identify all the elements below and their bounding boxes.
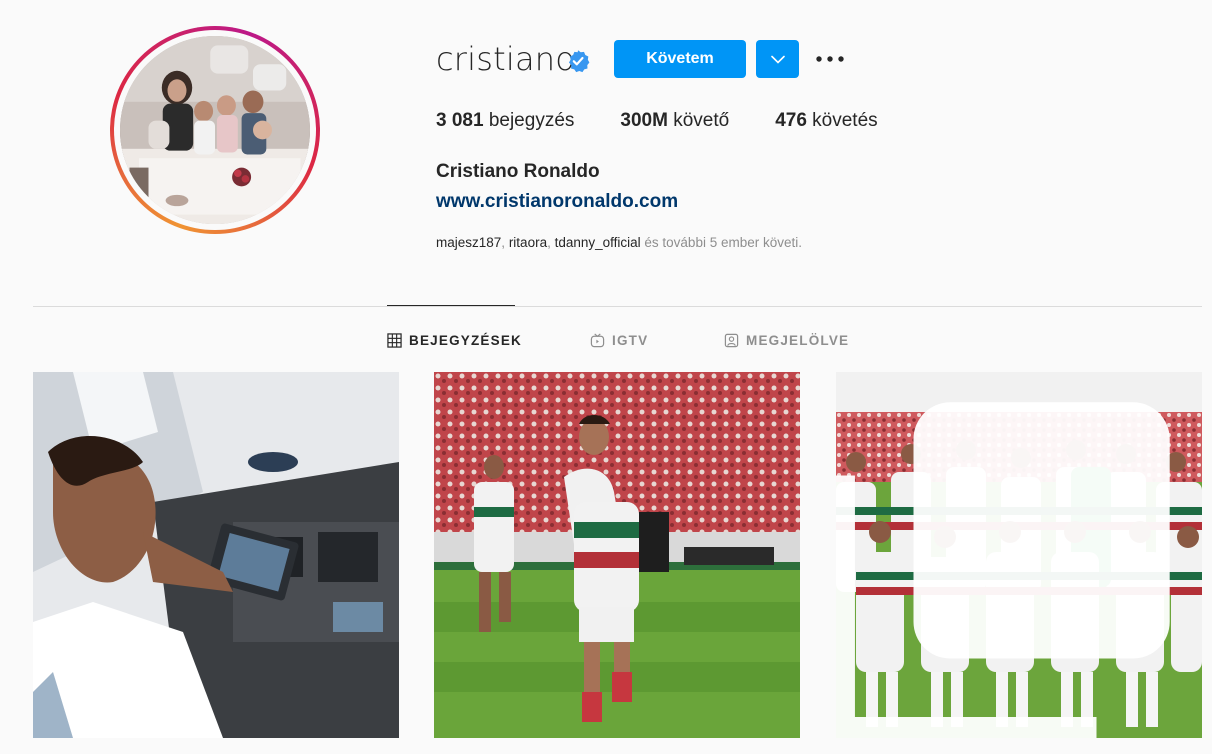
more-options-button[interactable] bbox=[812, 44, 848, 74]
profile-website-link[interactable]: www.cristianoronaldo.com bbox=[436, 191, 678, 213]
tab-posts-label: BEJEGYZÉSEK bbox=[409, 332, 522, 348]
posts-count: 3 081 bejegyzés bbox=[436, 110, 575, 131]
profile-stats: 3 081 bejegyzés 300M követő 476 követés bbox=[436, 110, 924, 132]
igtv-icon bbox=[590, 333, 605, 347]
chevron-down-icon bbox=[770, 55, 785, 64]
followed-by-suffix: és további 5 ember követi. bbox=[640, 235, 802, 250]
profile-full-name: Cristiano Ronaldo bbox=[436, 161, 600, 182]
avatar-photo bbox=[120, 36, 310, 224]
tab-tagged-label: MEGJELÖLVE bbox=[746, 332, 850, 348]
follower-name[interactable]: tdanny_official bbox=[555, 235, 641, 250]
following-link[interactable]: 476 követés bbox=[775, 110, 877, 132]
profile-avatar[interactable] bbox=[110, 26, 320, 234]
post-thumbnail[interactable] bbox=[836, 372, 1202, 738]
profile-username: cristiano bbox=[436, 40, 576, 78]
active-tab-indicator bbox=[387, 305, 515, 306]
verified-badge-icon bbox=[569, 50, 590, 73]
tab-igtv-label: IGTV bbox=[612, 332, 649, 348]
post-image bbox=[33, 372, 399, 738]
profile-page: cristiano Követem 3 081 bejegyzés 300M k… bbox=[0, 0, 1212, 754]
follow-button[interactable]: Követem bbox=[614, 40, 746, 78]
follower-name[interactable]: majesz187 bbox=[436, 235, 501, 250]
follower-name[interactable]: ritaora bbox=[509, 235, 547, 250]
tab-igtv[interactable]: IGTV bbox=[590, 330, 648, 350]
post-thumbnail[interactable] bbox=[33, 372, 399, 738]
post-image bbox=[434, 372, 800, 738]
avatar-image bbox=[120, 36, 310, 224]
grid-icon bbox=[387, 332, 402, 348]
post-thumbnail[interactable] bbox=[434, 372, 800, 738]
suggested-dropdown-button[interactable] bbox=[756, 40, 799, 78]
carousel-icon bbox=[836, 402, 1170, 738]
tabs-divider bbox=[33, 306, 1202, 307]
tagged-icon bbox=[724, 333, 739, 347]
more-options-icon bbox=[816, 56, 844, 62]
tab-tagged[interactable]: MEGJELÖLVE bbox=[724, 330, 849, 350]
followed-by-text[interactable]: majesz187, ritaora, tdanny_official és t… bbox=[436, 235, 802, 250]
followers-link[interactable]: 300M követő bbox=[620, 110, 729, 132]
tab-posts[interactable]: BEJEGYZÉSEK bbox=[387, 330, 522, 350]
